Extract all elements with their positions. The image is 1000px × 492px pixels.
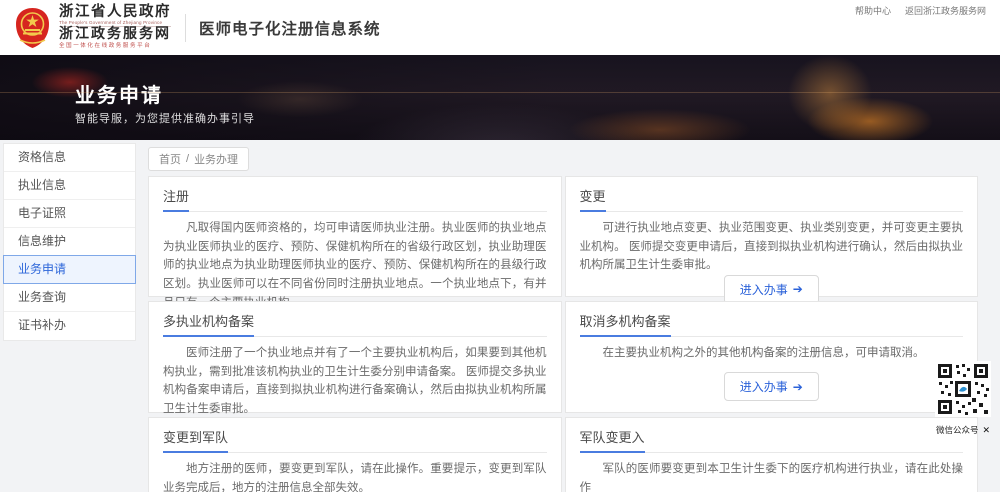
qr-label-row: 微信公众号 ✕ [933, 424, 993, 436]
breadcrumb-current: 业务办理 [194, 151, 238, 167]
card-military-change-in: 军队变更入 军队的医师要变更到本卫生计生委下的医疗机构进行执业，请在此处操作 [565, 417, 979, 492]
card-registration: 注册 凡取得国内医师资格的，均可申请医师执业注册。执业医师的执业地点为执业医师执… [148, 176, 562, 297]
card-description: 可进行执业地点变更、执业范围变更、执业类别变更，并可变更主要执业机构。 医师提交… [580, 219, 964, 275]
card-description: 凡取得国内医师资格的，均可申请医师执业注册。执业医师的执业地点为执业医师执业的医… [163, 219, 547, 312]
card-change-to-military: 变更到军队 地方注册的医师，要变更到军队，请在此操作。重要提示，变更到军队业务完… [148, 417, 562, 492]
national-emblem-logo [14, 7, 51, 49]
enter-service-button[interactable]: 进入办事 ➔ [724, 275, 819, 304]
card-cancel-multi-institution-filing: 取消多机构备案 在主要执业机构之外的其他机构备案的注册信息，可申请取消。 进入办… [565, 301, 979, 413]
close-icon[interactable]: ✕ [982, 425, 990, 436]
sidebar-item-info-maintenance[interactable]: 信息维护 [4, 228, 135, 256]
sidebar-item-qualification-info[interactable]: 资格信息 [4, 144, 135, 172]
card-title: 多执业机构备案 [163, 311, 254, 337]
app-header: 浙江省人民政府 The People's Government of Zheji… [0, 0, 1000, 55]
sidebar-item-certificate-reissue[interactable]: 证书补办 [4, 312, 135, 340]
wechat-qr-widget: 微信公众号 ✕ [933, 361, 993, 436]
sidebar-item-practice-info[interactable]: 执业信息 [4, 172, 135, 200]
card-description: 地方注册的医师，要变更到军队，请在此操作。重要提示，变更到军队业务完成后，地方的… [163, 460, 547, 492]
banner-subtitle: 智能导服，为您提供准确办事引导 [75, 110, 255, 126]
page: 浙江省人民政府 The People's Government of Zheji… [0, 0, 1000, 492]
arrow-right-icon: ➔ [793, 380, 803, 394]
qr-label: 微信公众号 [936, 424, 979, 436]
enter-service-button[interactable]: 进入办事 ➔ [724, 372, 819, 401]
card-description: 军队的医师要变更到本卫生计生委下的医疗机构进行执业，请在此处操作 [580, 460, 964, 492]
header-divider [185, 14, 186, 42]
card-title: 变更到军队 [163, 427, 228, 453]
system-title: 医师电子化注册信息系统 [199, 17, 381, 39]
card-header: 军队变更入 [580, 427, 964, 453]
page-banner: 业务申请 智能导服，为您提供准确办事引导 [0, 55, 1000, 140]
card-change: 变更 可进行执业地点变更、执业范围变更、执业类别变更，并可变更主要执业机构。 医… [565, 176, 979, 297]
card-header: 多执业机构备案 [163, 311, 547, 337]
card-header: 注册 [163, 186, 547, 212]
banner-title: 业务申请 [75, 79, 163, 108]
breadcrumb-row: 首页 / 业务办理 [142, 140, 978, 176]
breadcrumb: 首页 / 业务办理 [148, 147, 249, 171]
card-header: 变更到军队 [163, 427, 547, 453]
content-area: 首页 / 业务办理 注册 凡取得国内医师资格的，均可申请医师执业注册。执业医师的… [142, 140, 978, 492]
portal-title: 浙江政务服务网 [59, 28, 171, 43]
card-description: 在主要执业机构之外的其他机构备案的注册信息，可申请取消。 [580, 344, 964, 363]
topbar-links: 帮助中心 返回浙江政务服务网 [855, 4, 986, 17]
sidebar-item-business-application[interactable]: 业务申请 [3, 255, 136, 284]
card-header: 变更 [580, 186, 964, 212]
help-center-link[interactable]: 帮助中心 [855, 4, 891, 17]
card-description: 医师注册了一个执业地点并有了一个主要执业机构后，如果要到其他机构执业，需到批准该… [163, 344, 547, 419]
portal-subtitle: 全国一体化在线政务服务平台 [59, 44, 171, 50]
sidebar-item-business-query[interactable]: 业务查询 [4, 284, 135, 312]
wechat-qr-code [935, 361, 991, 417]
card-multi-institution-filing: 多执业机构备案 医师注册了一个执业地点并有了一个主要执业机构后，如果要到其他机构… [148, 301, 562, 413]
card-header: 取消多机构备案 [580, 311, 964, 337]
sidebar-menu: 资格信息 执业信息 电子证照 信息维护 业务申请 业务查询 证书补办 [3, 143, 136, 341]
breadcrumb-home-link[interactable]: 首页 [159, 151, 181, 167]
service-cards-grid: 注册 凡取得国内医师资格的，均可申请医师执业注册。执业医师的执业地点为执业医师执… [148, 176, 978, 492]
main-area: 资格信息 执业信息 电子证照 信息维护 业务申请 业务查询 证书补办 首页 / … [0, 140, 1000, 492]
card-title: 注册 [163, 186, 189, 212]
breadcrumb-separator: / [186, 153, 189, 165]
portal-logo-text: 浙江省人民政府 The People's Government of Zheji… [59, 5, 171, 49]
gov-title: 浙江省人民政府 [59, 5, 171, 20]
card-button-row: 进入办事 ➔ [580, 372, 964, 412]
card-title: 变更 [580, 186, 606, 212]
sidebar-item-e-certificate[interactable]: 电子证照 [4, 200, 135, 228]
enter-service-label: 进入办事 [740, 378, 788, 395]
enter-service-label: 进入办事 [740, 281, 788, 298]
card-title: 军队变更入 [580, 427, 645, 453]
arrow-right-icon: ➔ [793, 282, 803, 296]
card-title: 取消多机构备案 [580, 311, 671, 337]
return-portal-link[interactable]: 返回浙江政务服务网 [905, 4, 986, 17]
